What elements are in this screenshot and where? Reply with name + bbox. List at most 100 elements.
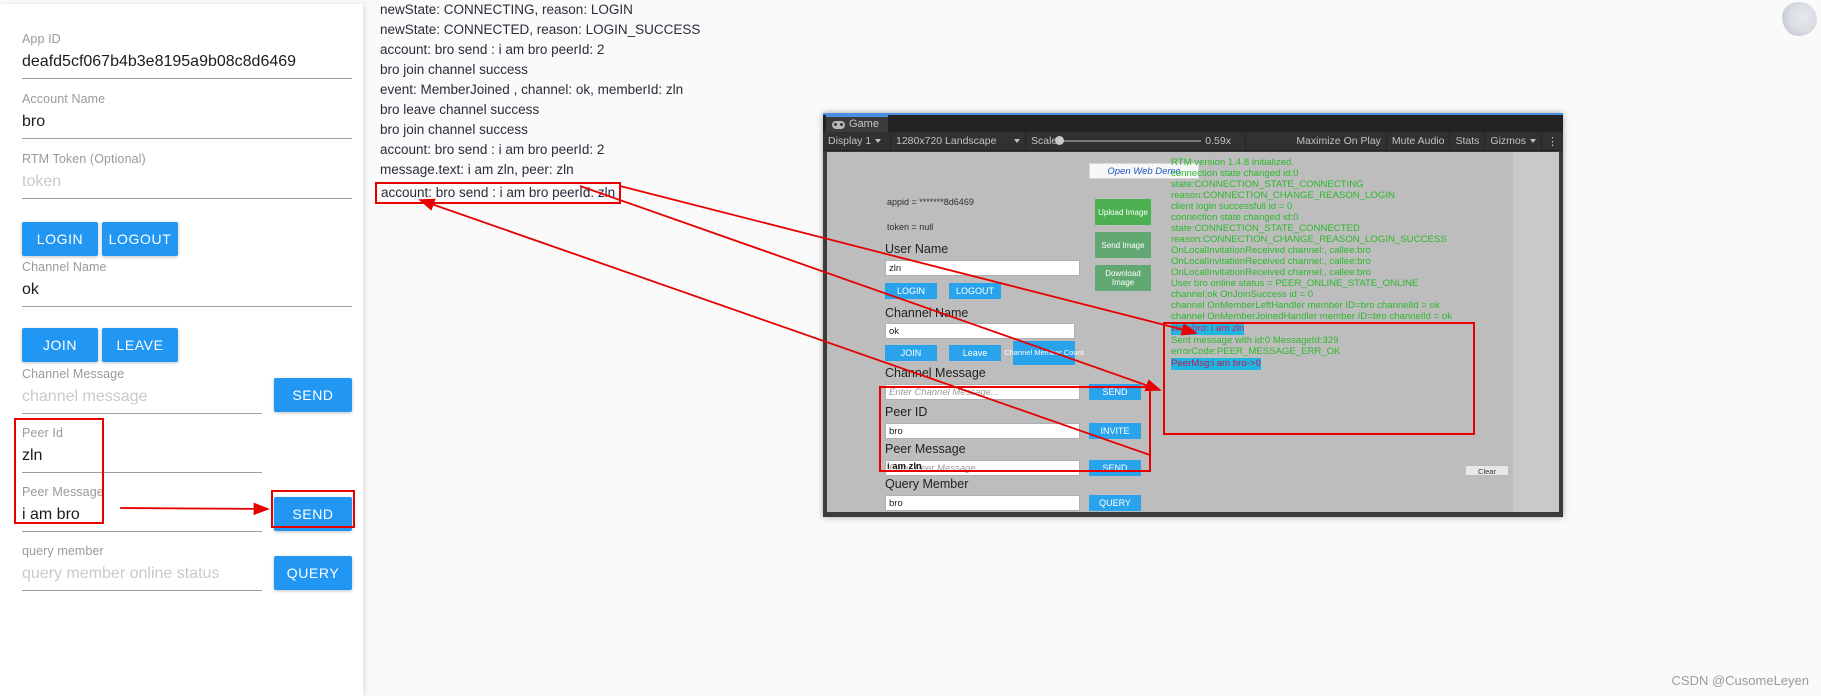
log-line: account: bro send : i am bro peerId: 2	[380, 42, 605, 57]
send-image-label: Send Image	[1101, 240, 1145, 250]
channel-message-input[interactable]: channel message	[22, 382, 282, 407]
download-image-label: Download Image	[1105, 269, 1141, 287]
unity-game-viewport: Open Web Demo appid = *******8d6469 toke…	[827, 152, 1513, 512]
scale-slider-handle[interactable]	[1055, 136, 1065, 145]
mute-audio-toggle[interactable]: Mute Audio	[1387, 131, 1451, 151]
clear-console-button[interactable]: Clear	[1465, 465, 1509, 476]
gizmos-dropdown[interactable]: Gizmos	[1485, 131, 1542, 151]
logout-button[interactable]: LOGOUT	[102, 222, 178, 256]
tab-game[interactable]: Game	[826, 115, 888, 132]
upload-image-button[interactable]: Upload Image	[1095, 199, 1151, 225]
field-label-rtm-token: RTM Token (Optional)	[22, 152, 146, 166]
webgl-peer-message-overlay-text: i am zln	[887, 461, 922, 472]
maximize-on-play-toggle[interactable]: Maximize On Play	[1291, 131, 1387, 151]
leave-button[interactable]: LEAVE	[102, 328, 178, 362]
webgl-query-button[interactable]: QUERY	[1089, 495, 1141, 511]
log-line-highlighted: account: bro send : i am bro peerId: zln	[375, 182, 622, 204]
console-line: state:CONNECTION_STATE_CONNECTING	[1171, 179, 1364, 190]
webgl-send-channel-button[interactable]: SEND	[1089, 384, 1141, 400]
webgl-leave-button[interactable]: Leave	[949, 345, 1001, 361]
field-query-member: query member query member online status	[22, 544, 282, 591]
field-underline	[22, 138, 352, 139]
console-line: state:CONNECTION_STATE_CONNECTED	[1171, 223, 1360, 234]
webgl-channel-name-label: Channel Name	[885, 306, 969, 320]
field-label-channel-message: Channel Message	[22, 367, 125, 381]
send-peer-message-button[interactable]: SEND	[274, 497, 352, 531]
download-image-button[interactable]: Download Image	[1095, 265, 1151, 291]
webgl-channel-message-input[interactable]: Enter Channel Message...	[885, 384, 1080, 400]
webgl-channel-member-count-button[interactable]: Channel Member Count	[1004, 341, 1084, 365]
log-line: bro join channel success	[380, 122, 528, 137]
send-channel-message-button[interactable]: SEND	[274, 378, 352, 412]
channel-name-input[interactable]: ok	[22, 275, 352, 300]
field-label-peer-id: Peer Id	[22, 426, 64, 440]
query-button[interactable]: QUERY	[274, 556, 352, 590]
chevron-down-icon	[1530, 139, 1536, 143]
console-line: Sent message with id:0 MessageId:329	[1171, 335, 1339, 346]
console-line-highlighted: PeerMsg:i am bro->0	[1171, 358, 1261, 370]
console-line: OnLocalInvitationReceived channel:, call…	[1171, 267, 1371, 278]
field-rtm-token: RTM Token (Optional) token	[22, 152, 352, 199]
field-underline	[22, 78, 352, 79]
console-line: errorCode:PEER_MESSAGE_ERR_OK	[1171, 346, 1341, 357]
webgl-join-button[interactable]: JOIN	[885, 345, 937, 361]
log-line: event: MemberJoined , channel: ok, membe…	[380, 82, 684, 97]
stats-toggle[interactable]: Stats	[1450, 131, 1486, 151]
login-button[interactable]: LOGIN	[22, 222, 98, 256]
resolution-dropdown[interactable]: 1280x720 Landscape	[891, 131, 1026, 151]
console-line: connection state changed id:0	[1171, 168, 1299, 179]
field-underline	[22, 413, 262, 414]
field-account-name: Account Name bro	[22, 92, 352, 139]
log-line: message.text: i am zln, peer: zln	[380, 162, 574, 177]
peer-message-input[interactable]: i am bro	[22, 500, 282, 525]
webgl-channel-message-label: Channel Message	[885, 366, 986, 380]
console-line: channel:ok OnJoinSuccess id = 0	[1171, 289, 1314, 300]
log-line: bro join channel success	[380, 62, 528, 77]
webgl-token-text: token = null	[887, 222, 934, 232]
chevron-down-icon	[1014, 139, 1020, 143]
display-dropdown[interactable]: Display 1	[823, 131, 891, 151]
log-line: account: bro send : i am bro peerId: 2	[380, 142, 605, 157]
console-line: OnLocalInvitationReceived channel:, call…	[1171, 245, 1371, 256]
webgl-appid-text: appid = *******8d6469	[887, 197, 974, 207]
display-dropdown-label: Display 1	[828, 135, 872, 147]
rtm-demo-form-panel: App ID deafd5cf067b4b3e8195a9b08c8d6469 …	[0, 4, 363, 696]
console-line-highlighted: zln->bro: i am zln	[1171, 323, 1245, 335]
console-line: reason:CONNECTION_CHANGE_REASON_LOGIN	[1171, 190, 1395, 201]
webgl-peer-id-input[interactable]: bro	[885, 423, 1080, 439]
scale-slider-group[interactable]: Scale 0.59x	[1026, 131, 1246, 151]
join-button[interactable]: JOIN	[22, 328, 98, 362]
console-line: channel OnMemberLeftHandler member ID=br…	[1171, 300, 1440, 311]
unity-game-window: Game Display 1 1280x720 Landscape Scale …	[823, 113, 1563, 517]
field-channel-message: Channel Message channel message	[22, 367, 282, 414]
webgl-query-member-input[interactable]: bro	[885, 495, 1080, 511]
log-line: newState: CONNECTED, reason: LOGIN_SUCCE…	[380, 22, 701, 37]
resolution-dropdown-label: 1280x720 Landscape	[896, 135, 997, 147]
webgl-send-peer-button[interactable]: SEND	[1089, 460, 1141, 476]
webgl-login-button[interactable]: LOGIN	[885, 283, 937, 299]
scale-label: Scale	[1031, 135, 1058, 147]
field-label-app-id: App ID	[22, 32, 61, 46]
webgl-logout-button[interactable]: LOGOUT	[949, 283, 1001, 299]
webgl-console-overlay: RTM version 1.4.8 initialized. connectio…	[1171, 157, 1511, 507]
webgl-user-name-input[interactable]: zln	[885, 260, 1080, 276]
webgl-channel-name-input[interactable]: ok	[885, 323, 1075, 339]
console-line: channel OnMemberJoinedHandler member ID=…	[1171, 311, 1453, 322]
query-member-input[interactable]: query member online status	[22, 559, 282, 584]
upload-image-label: Upload Image	[1098, 207, 1148, 217]
overflow-menu-icon[interactable]: ⋮	[1542, 132, 1563, 151]
log-line: bro leave channel success	[380, 102, 540, 117]
send-image-button[interactable]: Send Image	[1095, 232, 1151, 258]
rtm-token-input[interactable]: token	[22, 167, 352, 192]
field-underline	[22, 198, 352, 199]
console-line: connection state changed id:0	[1171, 212, 1299, 223]
scale-slider[interactable]	[1055, 136, 1202, 145]
peer-id-input[interactable]: zln	[22, 441, 282, 466]
webgl-peer-id-label: Peer ID	[885, 405, 928, 419]
webgl-peer-message-label: Peer Message	[885, 442, 966, 456]
chevron-down-icon	[875, 139, 882, 143]
webgl-invite-button[interactable]: INVITE	[1089, 423, 1141, 439]
app-id-input[interactable]: deafd5cf067b4b3e8195a9b08c8d6469	[22, 47, 352, 72]
field-peer-message: Peer Message i am bro	[22, 485, 282, 532]
account-name-input[interactable]: bro	[22, 107, 352, 132]
